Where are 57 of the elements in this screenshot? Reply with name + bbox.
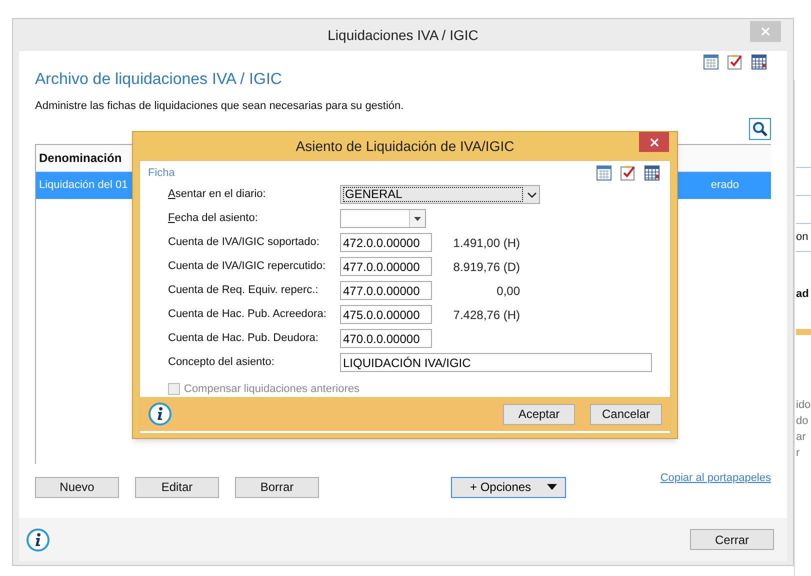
amount-text: 0,00 [496,282,520,300]
dialog-button[interactable]: Aceptar [503,404,575,424]
partial-text: ar [796,430,807,444]
field-label: Cuenta de Req. Equiv. reperc.: [168,283,320,298]
partial-text: r [796,446,801,460]
partial-text: on [796,230,808,246]
account-field[interactable]: 475.0.0.00000 [340,305,432,324]
date-field[interactable] [340,209,426,228]
action-button[interactable]: Borrar [235,476,319,498]
info-icon[interactable] [148,402,172,426]
amount-text: 7.428,76 (H) [452,306,520,324]
field-label: Asentar en el diario: [168,187,267,202]
partial-text: do [796,414,810,428]
caret-down-icon[interactable] [414,216,421,220]
calendar-grid-icon[interactable] [751,54,767,70]
close-button[interactable] [639,132,669,152]
amount-text: 8.919,76 (D) [452,258,520,276]
action-button[interactable]: Nuevo [35,476,119,498]
account-field[interactable]: 470.0.0.00000 [340,329,432,348]
copy-link[interactable]: Copiar al portapapeles [660,470,771,486]
window-title: Liquidaciones IVA / IGIC [328,26,478,45]
field-label: Cuenta de Hac. Pub. Acreedora: [168,307,328,322]
accent-bar [796,328,811,334]
account-field[interactable]: 472.0.0.00000 [340,233,432,252]
amount-text: 1.491,00 (H) [452,234,520,252]
dialog-button[interactable]: Cancelar [590,404,662,424]
partial-text: ido [796,398,811,412]
field-label: Fecha del asiento: [168,211,259,226]
field-label: Cuenta de IVA/IGIC soportado: [168,235,320,250]
checklist-icon[interactable] [620,165,636,182]
field-label: Cuenta de IVA/IGIC repercutido: [168,259,327,274]
concept-field[interactable]: LIQUIDACIÓN IVA/IGIC [340,353,652,372]
field-label: Cuenta de Hac. Pub. Deudora: [168,331,320,346]
close-icon[interactable] [650,138,658,146]
caret-down-icon[interactable] [547,484,557,490]
section-title: Ficha [148,166,175,181]
calendar-icon[interactable] [596,165,612,182]
calendar-icon[interactable] [703,54,719,70]
field-label: Concepto del asiento: [168,355,276,370]
checklist-icon[interactable] [727,54,743,70]
info-icon[interactable] [26,528,50,552]
action-button[interactable]: Editar [135,476,219,498]
close-window-button[interactable]: Cerrar [690,529,774,550]
page-heading: Archivo de liquidaciones IVA / IGIC [35,70,283,90]
description-text: Administre las fichas de liquidaciones que sean necesarias para su gestión. [35,99,405,114]
journal-dropdown[interactable]: GENERAL [340,185,540,204]
chevron-down-icon[interactable] [525,190,539,200]
account-field[interactable]: 477.0.0.00000 [340,281,432,300]
column-header[interactable]: Denominación [39,148,122,166]
calendar-grid-icon[interactable] [644,165,660,182]
table-cell-text: erado [710,178,739,193]
dialog-title: Asiento de Liquidación de IVA/IGIC [296,136,514,156]
account-field[interactable]: 477.0.0.00000 [340,257,432,276]
options-button[interactable]: + Opciones [451,476,566,498]
checkbox-label: Compensar liquidaciones anteriores [184,382,360,396]
table-cell-text: Liquidación del 01 [39,178,128,193]
partial-text: ad [796,287,810,302]
